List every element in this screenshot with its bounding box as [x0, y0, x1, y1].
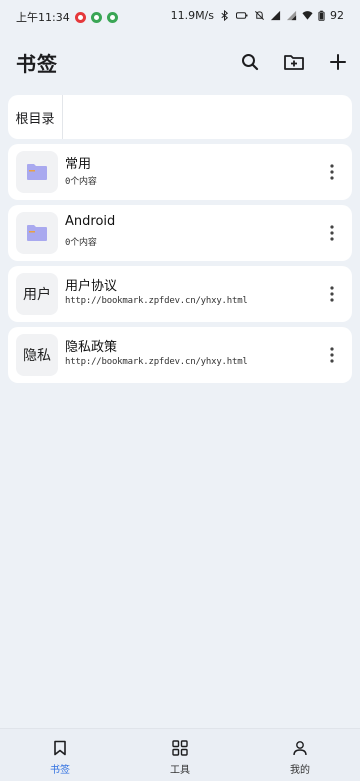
battery-icon: [318, 10, 325, 21]
page-title: 书签: [16, 52, 58, 76]
item-title: 隐私政策: [65, 340, 118, 355]
more-vertical-icon: [330, 286, 334, 302]
new-folder-button[interactable]: [280, 48, 308, 76]
more-button[interactable]: [324, 160, 340, 184]
folder-icon: [27, 225, 47, 241]
add-button[interactable]: [324, 48, 352, 76]
breadcrumb-root[interactable]: 根目录: [8, 95, 63, 139]
status-right: 11.9M/s 92: [171, 9, 344, 22]
item-title: 用户协议: [65, 279, 118, 294]
search-button[interactable]: [236, 48, 264, 76]
app-header: 书签: [0, 40, 360, 84]
item-url: http://bookmark.zpfdev.cn/yhxy.html: [65, 357, 248, 367]
new-folder-icon: [284, 55, 304, 70]
nav-bookmarks[interactable]: 书签: [0, 729, 120, 781]
wifi-icon: [302, 11, 313, 20]
bluetooth-icon: [221, 10, 229, 21]
notification-icon: [106, 11, 118, 23]
mute-icon: [255, 11, 264, 20]
nav-tools[interactable]: 工具: [120, 729, 240, 781]
more-vertical-icon: [330, 347, 334, 363]
list-item-folder[interactable]: 常用 0个内容: [8, 144, 352, 200]
item-url: http://bookmark.zpfdev.cn/yhxy.html: [65, 296, 248, 306]
list-item-folder[interactable]: Android 0个内容: [8, 205, 352, 261]
plus-icon: [330, 54, 346, 70]
breadcrumb: 根目录: [8, 95, 352, 139]
notification-icon: [74, 11, 86, 23]
more-vertical-icon: [330, 225, 334, 241]
more-button[interactable]: [324, 282, 340, 306]
person-icon: [291, 739, 309, 757]
bookmark-thumb: 隐私: [16, 334, 58, 376]
notification-icon: [90, 11, 102, 23]
folder-thumb: [16, 151, 58, 193]
folder-icon: [27, 164, 47, 180]
signal-icon: [286, 10, 297, 21]
bookmark-thumb: 用户: [16, 273, 58, 315]
nav-label: 书签: [50, 765, 70, 776]
more-button[interactable]: [324, 221, 340, 245]
network-speed: 11.9M/s: [170, 9, 214, 22]
item-subtitle: 0个内容: [65, 177, 97, 187]
bottom-nav: 书签 工具 我的: [0, 728, 360, 781]
battery-level: 92: [330, 9, 344, 22]
status-time: 上午11:34: [16, 11, 70, 24]
list-item-bookmark[interactable]: 用户 用户协议 http://bookmark.zpfdev.cn/yhxy.h…: [8, 266, 352, 322]
item-subtitle: 0个内容: [65, 238, 97, 248]
more-button[interactable]: [324, 343, 340, 367]
bookmark-icon: [51, 739, 69, 757]
nav-label: 我的: [290, 765, 310, 776]
more-vertical-icon: [330, 164, 334, 180]
item-title: 常用: [65, 157, 92, 172]
signal-icon: [270, 10, 281, 21]
item-title: Android: [65, 214, 116, 229]
nav-label: 工具: [170, 765, 190, 776]
battery-saver-icon: [235, 12, 248, 19]
list-item-bookmark[interactable]: 隐私 隐私政策 http://bookmark.zpfdev.cn/yhxy.h…: [8, 327, 352, 383]
search-icon: [242, 54, 259, 71]
grid-icon: [171, 739, 189, 757]
folder-thumb: [16, 212, 58, 254]
nav-profile[interactable]: 我的: [240, 729, 360, 781]
status-bar: 上午11:34 11.9M/s 92: [0, 0, 360, 32]
status-left: 上午11:34: [16, 9, 118, 25]
